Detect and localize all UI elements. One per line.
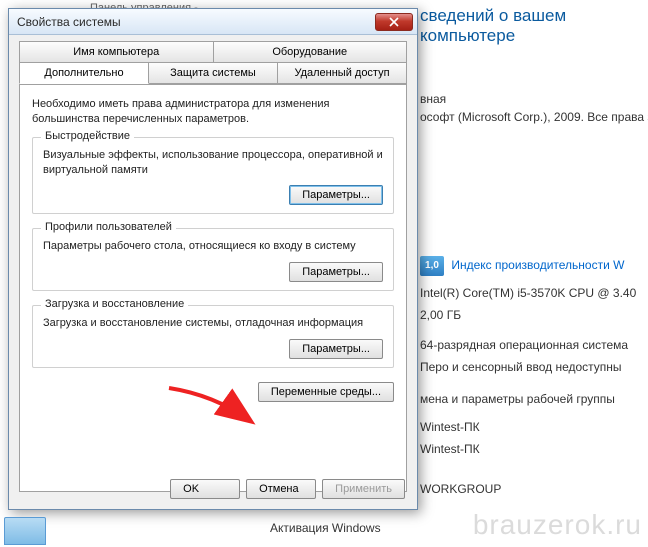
group-startup-desc: Загрузка и восстановление системы, отлад…	[43, 316, 383, 331]
ok-button[interactable]: OK	[170, 479, 240, 499]
close-icon	[389, 17, 399, 27]
system-properties-dialog: Свойства системы Имя компьютера Оборудов…	[8, 8, 418, 510]
apply-button: Применить	[322, 479, 405, 499]
tab-row-2: Дополнительно Защита системы Удаленный д…	[19, 62, 407, 84]
close-button[interactable]	[375, 13, 413, 31]
group-user-profiles: Профили пользователей Параметры рабочего…	[32, 228, 394, 291]
titlebar[interactable]: Свойства системы	[9, 9, 417, 35]
group-performance-title: Быстродействие	[41, 130, 134, 142]
os-line1: вная	[420, 90, 648, 108]
tab-advanced[interactable]: Дополнительно	[19, 62, 149, 84]
dialog-button-row: OK Отмена Применить	[170, 479, 405, 499]
dialog-title: Свойства системы	[17, 15, 375, 29]
startup-settings-button[interactable]: Параметры...	[289, 339, 383, 359]
bg-heading: сведений о вашем компьютере	[420, 6, 648, 46]
tab-row-1: Имя компьютера Оборудование	[19, 41, 407, 63]
group-header: мена и параметры рабочей группы	[420, 390, 648, 408]
tab-remote[interactable]: Удаленный доступ	[277, 62, 407, 84]
performance-settings-button[interactable]: Параметры...	[289, 185, 383, 205]
cpu-value: Intel(R) Core(TM) i5-3570K CPU @ 3.40	[420, 284, 648, 302]
intro-text: Необходимо иметь права администратора дл…	[32, 97, 394, 127]
watermark: brauzerok.ru	[473, 509, 642, 541]
group-startup-title: Загрузка и восстановление	[41, 298, 188, 310]
pc-name-1: Wintest-ПК	[420, 418, 648, 436]
ram-value: 2,00 ГБ	[420, 306, 648, 324]
group-startup-recovery: Загрузка и восстановление Загрузка и вос…	[32, 305, 394, 368]
arch-value: 64-разрядная операционная система	[420, 336, 648, 354]
group-performance-desc: Визуальные эффекты, использование процес…	[43, 148, 383, 178]
taskbar-fragment	[4, 517, 46, 545]
group-profiles-desc: Параметры рабочего стола, относящиеся ко…	[43, 239, 383, 254]
tab-computer-name[interactable]: Имя компьютера	[19, 41, 214, 63]
tab-system-protection[interactable]: Защита системы	[148, 62, 278, 84]
profiles-settings-button[interactable]: Параметры...	[289, 262, 383, 282]
group-profiles-title: Профили пользователей	[41, 221, 176, 233]
workgroup-value: WORKGROUP	[420, 480, 648, 498]
perf-score-icon: 1,0	[420, 256, 444, 276]
tab-panel-advanced: Необходимо иметь права администратора дл…	[19, 84, 407, 492]
perf-row: 1,0 Индекс производительности W	[420, 254, 648, 278]
activation-label: Активация Windows	[270, 521, 381, 535]
pen-value: Перо и сенсорный ввод недоступны	[420, 358, 648, 376]
cancel-button[interactable]: Отмена	[246, 479, 316, 499]
os-line2: ософт (Microsoft Corp.), 2009. Все права…	[420, 108, 648, 126]
pc-name-2: Wintest-ПК	[420, 440, 648, 458]
perf-link[interactable]: Индекс производительности W	[451, 258, 624, 272]
group-performance: Быстродействие Визуальные эффекты, испол…	[32, 137, 394, 215]
environment-variables-button[interactable]: Переменные среды...	[258, 382, 394, 402]
system-info-panel: сведений о вашем компьютере вная ософт (…	[420, 0, 648, 547]
tab-hardware[interactable]: Оборудование	[213, 41, 408, 63]
